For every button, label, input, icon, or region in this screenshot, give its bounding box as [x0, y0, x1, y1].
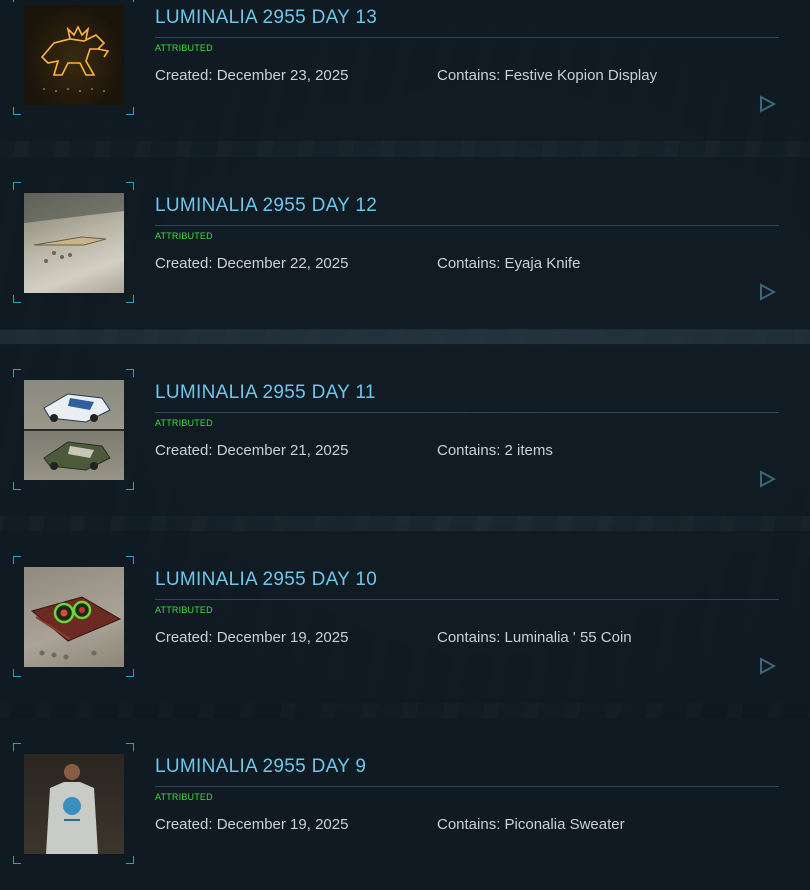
thumbnail-frame[interactable] — [13, 0, 134, 115]
play-triangle-icon[interactable] — [758, 470, 776, 488]
thumbnail-frame[interactable] — [13, 743, 134, 864]
divider — [155, 599, 779, 600]
contains-text: Contains: Eyaja Knife — [437, 255, 581, 272]
item-title[interactable]: LUMINALIA 2955 DAY 11 — [155, 382, 376, 404]
created-date: Created: December 19, 2025 — [155, 816, 349, 833]
contains-text: Contains: Festive Kopion Display — [437, 67, 658, 84]
status-badge: ATTRIBUTED — [155, 231, 213, 241]
thumbnail-image — [24, 567, 124, 667]
list-item[interactable]: LUMINALIA 2955 DAY 10 ATTRIBUTED Created… — [0, 531, 810, 703]
item-title[interactable]: LUMINALIA 2955 DAY 10 — [155, 569, 377, 591]
play-triangle-icon[interactable] — [758, 95, 776, 113]
status-badge: ATTRIBUTED — [155, 418, 213, 428]
thumbnail-frame[interactable] — [13, 369, 134, 490]
thumbnail-image — [24, 193, 124, 293]
thumbnail-frame[interactable] — [13, 556, 134, 677]
item-title[interactable]: LUMINALIA 2955 DAY 12 — [155, 195, 377, 217]
play-triangle-icon[interactable] — [758, 283, 776, 301]
status-badge: ATTRIBUTED — [155, 43, 213, 53]
play-triangle-icon[interactable] — [758, 657, 776, 675]
thumbnail-image — [24, 5, 124, 105]
item-title[interactable]: LUMINALIA 2955 DAY 13 — [155, 7, 377, 29]
contains-text: Contains: Piconalia Sweater — [437, 816, 625, 833]
divider — [155, 786, 779, 787]
status-badge: ATTRIBUTED — [155, 792, 213, 802]
divider — [155, 225, 779, 226]
thumbnail-frame[interactable] — [13, 182, 134, 303]
list-item[interactable]: LUMINALIA 2955 DAY 13 ATTRIBUTED Created… — [0, 0, 810, 141]
created-date: Created: December 22, 2025 — [155, 255, 349, 272]
created-date: Created: December 23, 2025 — [155, 67, 349, 84]
list-item[interactable]: LUMINALIA 2955 DAY 11 ATTRIBUTED Created… — [0, 344, 810, 516]
thumbnail-image — [24, 754, 124, 854]
contains-text: Contains: Luminalia ' 55 Coin — [437, 629, 632, 646]
thumbnail-image — [24, 380, 124, 480]
created-date: Created: December 19, 2025 — [155, 629, 349, 646]
status-badge: ATTRIBUTED — [155, 605, 213, 615]
divider — [155, 412, 779, 413]
item-title[interactable]: LUMINALIA 2955 DAY 9 — [155, 756, 366, 778]
list-item[interactable]: LUMINALIA 2955 DAY 12 ATTRIBUTED Created… — [0, 157, 810, 329]
divider — [155, 37, 779, 38]
contains-text: Contains: 2 items — [437, 442, 553, 459]
created-date: Created: December 21, 2025 — [155, 442, 349, 459]
list-item[interactable]: LUMINALIA 2955 DAY 9 ATTRIBUTED Created:… — [0, 718, 810, 890]
